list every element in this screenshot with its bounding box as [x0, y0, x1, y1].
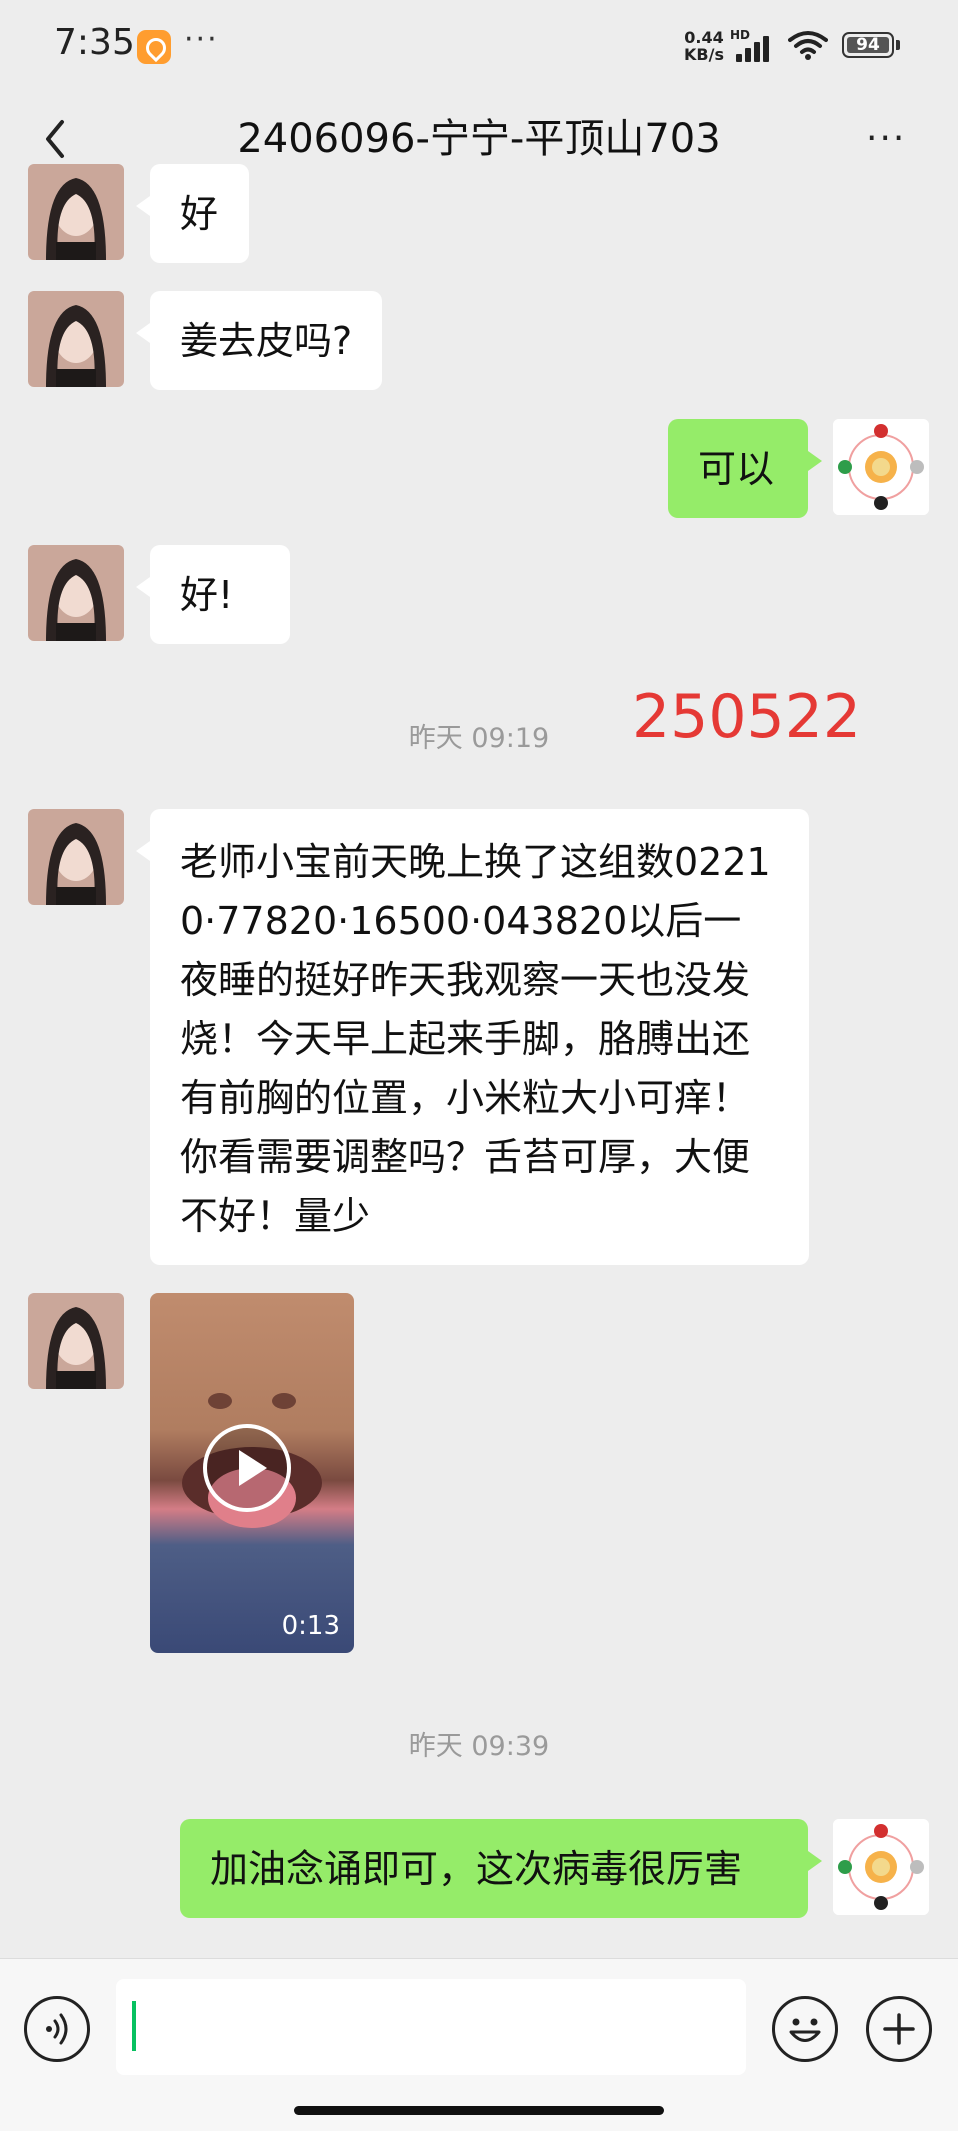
contact-avatar[interactable]	[28, 291, 124, 387]
text-caret	[132, 2001, 136, 2051]
message-bubble-incoming[interactable]: 姜去皮吗?	[135, 291, 383, 390]
battery-level: 94	[856, 35, 880, 55]
status-bar: 7:35 ··· 0.44 KB/s HD 94	[0, 0, 958, 92]
message-text: 老师小宝前天晚上换了这组数02210·77820·16500·043820以后一…	[180, 840, 771, 1238]
message-text: 姜去皮吗?	[180, 319, 353, 363]
app-notification-icon	[137, 30, 171, 64]
plus-icon[interactable]	[866, 1996, 932, 2062]
message-text: 加油念诵即可，这次病毒很厉害	[210, 1847, 743, 1891]
play-icon[interactable]	[203, 1424, 291, 1512]
message-input[interactable]	[116, 1979, 746, 2075]
status-time: 7:35	[54, 22, 135, 63]
battery-tip	[896, 40, 900, 50]
network-speed-value: 0.44	[684, 28, 724, 47]
my-avatar[interactable]	[833, 419, 929, 515]
contact-avatar[interactable]	[28, 809, 124, 905]
chat-header: 2406096-宁宁-平顶山703 ···	[0, 92, 958, 186]
message-text: 可以	[698, 447, 775, 491]
annotation-code: 250522	[632, 682, 862, 752]
video-duration: 0:13	[281, 1611, 340, 1641]
timestamp: 昨天 09:39	[408, 1731, 550, 1762]
signal-icon	[736, 32, 776, 62]
more-icon[interactable]: ···	[866, 118, 906, 159]
battery-icon: 94	[842, 32, 894, 58]
message-bubble-incoming[interactable]: 老师小宝前天晚上换了这组数02210·77820·16500·043820以后一…	[136, 809, 809, 1265]
message-text: 好!	[180, 573, 234, 617]
home-indicator[interactable]	[294, 2106, 664, 2115]
voice-icon[interactable]	[24, 1996, 90, 2062]
message-bubble-incoming[interactable]: 好!	[136, 545, 290, 644]
network-speed-unit: KB/s	[684, 45, 724, 64]
more-notifications-icon: ···	[184, 22, 219, 57]
wifi-icon	[788, 31, 828, 60]
message-bubble-incoming[interactable]: 好	[136, 164, 249, 263]
emoji-icon[interactable]	[772, 1996, 838, 2062]
video-message[interactable]: 0:13	[150, 1293, 354, 1653]
contact-avatar[interactable]	[28, 545, 124, 641]
my-avatar[interactable]	[833, 1819, 929, 1915]
message-bubble-outgoing[interactable]: 可以	[668, 419, 822, 518]
network-speed: 0.44 KB/s	[684, 29, 724, 63]
contact-avatar[interactable]	[28, 1293, 124, 1389]
chat-title: 2406096-宁宁-平顶山703	[237, 116, 721, 162]
contact-avatar[interactable]	[28, 164, 124, 260]
message-bubble-outgoing[interactable]: 加油念诵即可，这次病毒很厉害	[180, 1819, 822, 1918]
message-text: 好	[180, 192, 219, 236]
